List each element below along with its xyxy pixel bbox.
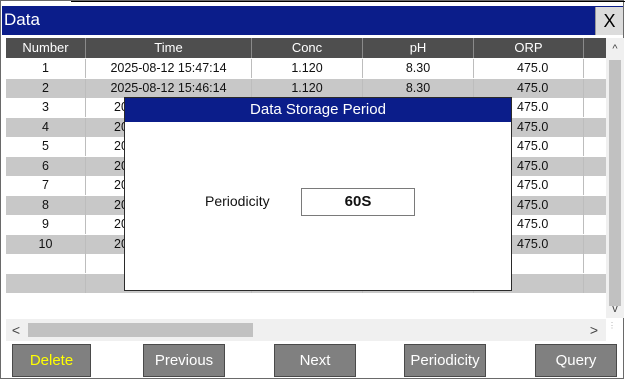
- scroll-down-icon[interactable]: v: [606, 300, 624, 318]
- cell-number: 8: [6, 195, 86, 215]
- vertical-scrollbar[interactable]: ^ v: [606, 38, 624, 318]
- storage-period-dialog: Data Storage Period Periodicity 60S: [124, 97, 512, 291]
- column-header-ph[interactable]: pH: [363, 38, 474, 58]
- periodicity-button[interactable]: Periodicity: [404, 344, 486, 377]
- table-row[interactable]: 2 2025-08-12 15:46:14 1.120 8.30 475.0: [6, 78, 612, 98]
- scroll-right-icon[interactable]: >: [586, 321, 602, 339]
- cell-number: 3: [6, 98, 86, 117]
- table-header: Number Time Conc pH ORP: [6, 38, 616, 58]
- scroll-left-icon[interactable]: <: [8, 321, 24, 339]
- title-bar: Data: [2, 6, 623, 35]
- cell-number: 1: [6, 59, 86, 78]
- cell-orp: 475.0: [474, 59, 584, 78]
- cell-time: 2025-08-12 15:47:14: [86, 59, 252, 78]
- data-window: Data X Number Time Conc pH ORP 1 2025-08-…: [0, 0, 625, 379]
- vertical-scroll-thumb[interactable]: [609, 60, 621, 306]
- next-button[interactable]: Next: [274, 344, 356, 377]
- cell-number: 5: [6, 137, 86, 156]
- cell-conc: 1.120: [252, 78, 363, 98]
- cell-number: [6, 254, 86, 273]
- cell-ph: 8.30: [363, 78, 474, 98]
- cell-ph: 8.30: [363, 59, 474, 78]
- cell-number: 4: [6, 117, 86, 137]
- dialog-title: Data Storage Period: [125, 98, 511, 122]
- resize-grip-icon: ⋮: [608, 321, 616, 330]
- horizontal-scrollbar[interactable]: < >: [6, 319, 606, 341]
- query-button[interactable]: Query: [535, 344, 617, 377]
- window-title: Data: [4, 10, 40, 29]
- column-header-number[interactable]: Number: [6, 38, 86, 58]
- periodicity-input[interactable]: 60S: [301, 188, 415, 216]
- periodicity-label: Periodicity: [205, 193, 270, 209]
- cell-conc: 1.120: [252, 59, 363, 78]
- cell-number: 7: [6, 176, 86, 195]
- cell-number: 2: [6, 78, 86, 98]
- cell-number: 9: [6, 215, 86, 234]
- table-row[interactable]: 1 2025-08-12 15:47:14 1.120 8.30 475.0: [6, 59, 612, 78]
- top-border-line: [71, 1, 625, 2]
- cell-number: [6, 273, 86, 293]
- scroll-up-icon[interactable]: ^: [606, 40, 624, 58]
- horizontal-scroll-thumb[interactable]: [28, 323, 253, 337]
- cell-number: 6: [6, 156, 86, 176]
- close-button[interactable]: X: [595, 7, 623, 35]
- delete-button[interactable]: Delete: [12, 344, 91, 377]
- column-header-conc[interactable]: Conc: [252, 38, 363, 58]
- cell-number: 10: [6, 234, 86, 254]
- previous-button[interactable]: Previous: [143, 344, 225, 377]
- cell-orp: 475.0: [474, 78, 584, 98]
- cell-time: 2025-08-12 15:46:14: [86, 78, 252, 98]
- column-header-orp[interactable]: ORP: [474, 38, 584, 58]
- column-header-time[interactable]: Time: [86, 38, 252, 58]
